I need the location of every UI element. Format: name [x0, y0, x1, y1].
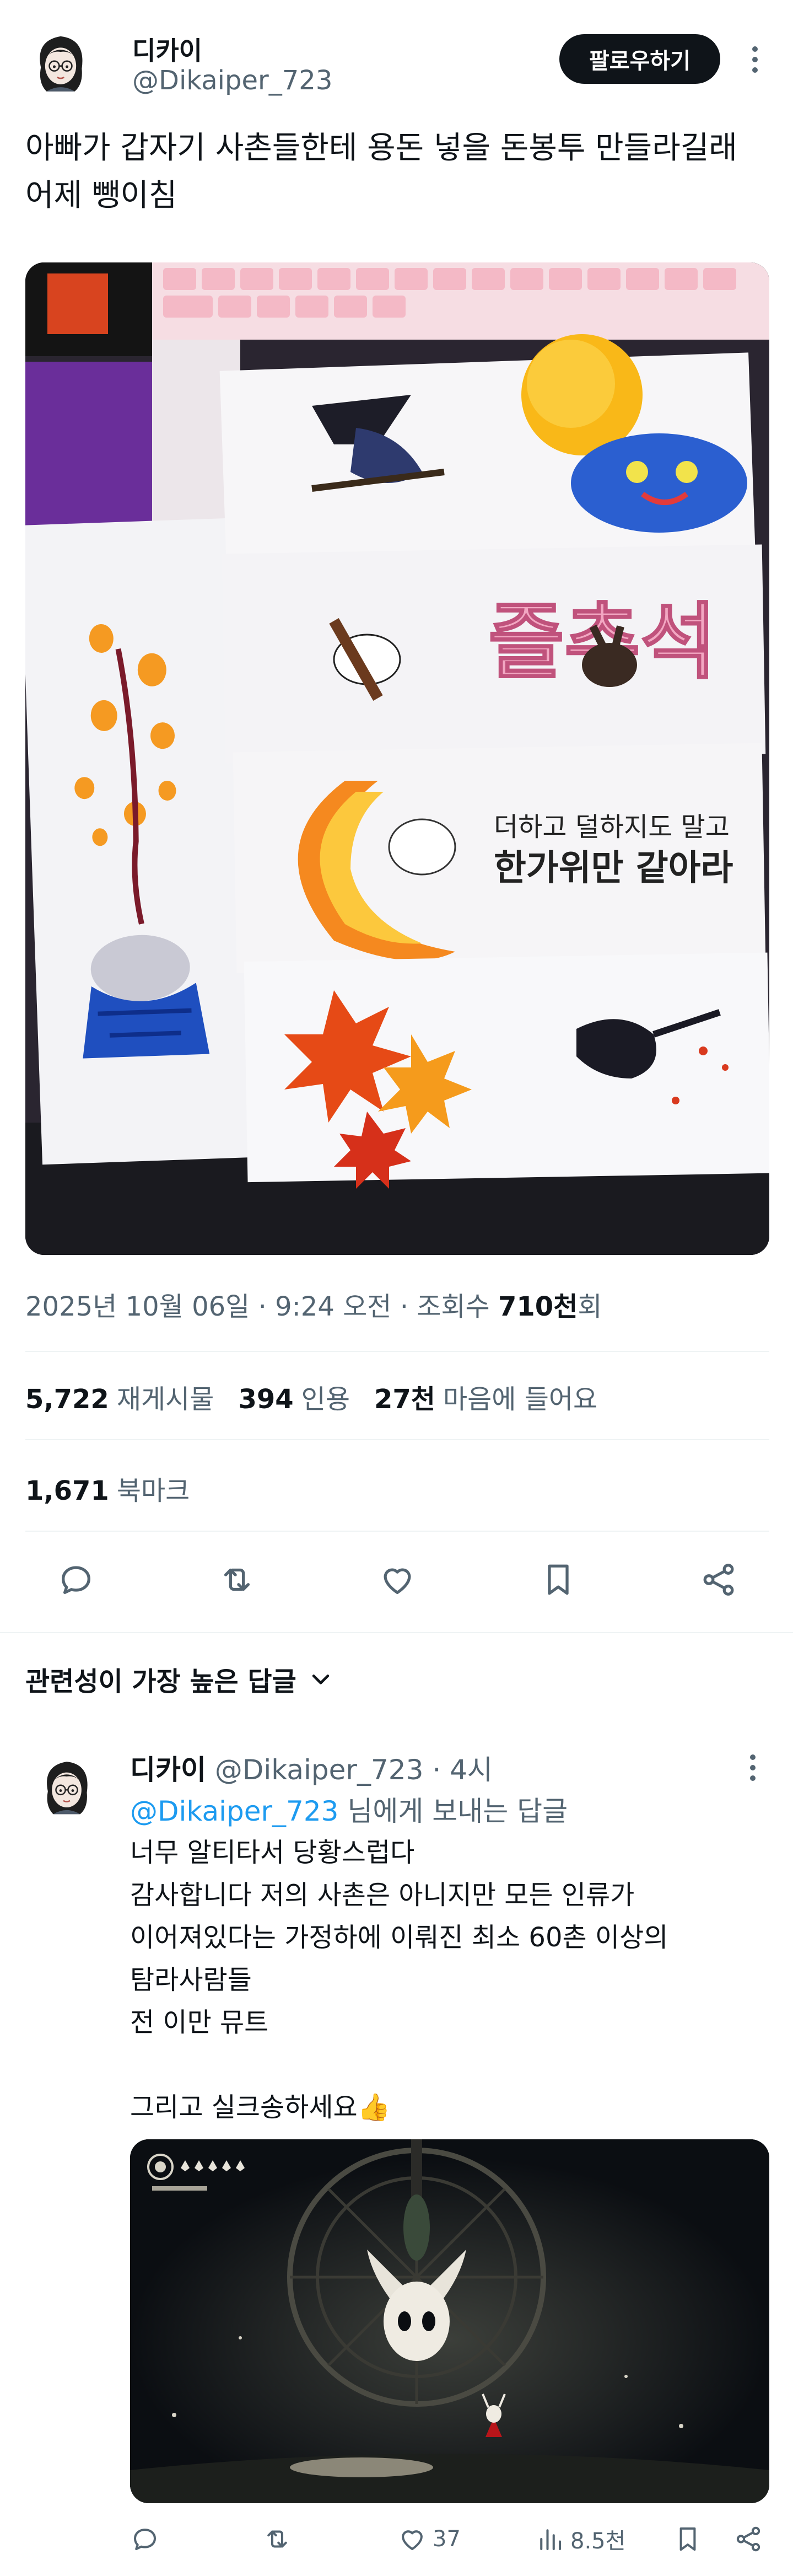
envelopes-photo-illustration: 즐추석 더하고 덜하지도 말고 한가위만 같아라 — [25, 262, 769, 1255]
tweet-photo[interactable]: 즐추석 더하고 덜하지도 말고 한가위만 같아라 — [25, 262, 769, 1255]
divider — [25, 1439, 769, 1440]
like-stat[interactable]: 27천 마음에 들어요 — [374, 1377, 597, 1416]
retweet-count: 5,722 — [25, 1384, 109, 1415]
reply-text-line: 너무 알티타서 당황스럽다 — [130, 1837, 415, 1868]
rabbit-caption-line2: 한가위만 같아라 — [494, 847, 733, 889]
chevron-down-icon — [312, 1675, 329, 1684]
reply-icon[interactable] — [54, 1558, 98, 1602]
divider — [0, 1632, 793, 1633]
quote-count: 394 — [238, 1384, 294, 1415]
view-count: 710천 — [498, 1291, 578, 1322]
replying-to: @Dikaiper_723 님에게 보내는 답글 — [130, 1789, 568, 1829]
reply-view-count: 8.5천 — [570, 2529, 626, 2554]
tweet-text: 아빠가 갑자기 사촌들한테 용돈 넣을 돈봉투 만들라길래 어제 뺑이침 — [25, 125, 769, 219]
silksong-scene-illustration — [130, 2139, 769, 2503]
bookmark-icon — [679, 2527, 696, 2551]
reply-reply-button[interactable] — [130, 2520, 160, 2558]
reply-author-name[interactable]: 디카이 — [130, 1754, 206, 1786]
reply-separator: · — [432, 1754, 441, 1786]
reply-action-bar: 37 8.5천 — [130, 2520, 769, 2558]
tweet-timestamp[interactable]: 2025년 10월 06일 · 9:24 오전 · 조회수 710천회 — [25, 1285, 602, 1323]
reply-mention-link[interactable]: @Dikaiper_723 — [130, 1795, 339, 1827]
reply-author-avatar[interactable] — [33, 1752, 100, 1820]
reply-more-options-icon[interactable] — [747, 1754, 758, 1781]
quote-label: 인용 — [301, 1384, 350, 1415]
reply-header: 디카이 @Dikaiper_723 · 4시 — [130, 1748, 493, 1788]
reply-views-button[interactable]: 8.5천 — [535, 2520, 625, 2558]
reply-text-line: 그리고 실크송하세요👍 — [130, 2092, 391, 2123]
tweet-action-bar — [25, 1555, 769, 1604]
follow-button[interactable]: 팔로우하기 — [559, 34, 720, 84]
quote-stat[interactable]: 394 인용 — [238, 1377, 350, 1416]
retweet-label: 재게시물 — [116, 1384, 214, 1415]
reply-like-button[interactable]: 37 — [397, 2520, 461, 2558]
author-name[interactable]: 디카이 — [132, 31, 202, 67]
divider — [25, 1351, 769, 1352]
bookmark-stat[interactable]: 1,671 북마크 — [25, 1469, 190, 1507]
reply-text-line: 탐라사람들 — [130, 1965, 252, 1995]
reply-icon — [133, 2529, 157, 2551]
share-icon[interactable] — [697, 1558, 741, 1602]
reply-timestamp[interactable]: 4시 — [450, 1754, 493, 1786]
retweet-stat[interactable]: 5,722 재게시물 — [25, 1377, 214, 1416]
reply-sort-label: 관련성이 가장 높은 답글 — [25, 1666, 296, 1697]
heart-icon — [402, 2530, 423, 2551]
tweet-text-line: 아빠가 갑자기 사촌들한테 용돈 넣을 돈봉투 만들라길래 — [25, 130, 737, 166]
bookmark-count: 1,671 — [25, 1475, 109, 1506]
reply-text-line: 이어져있다는 가정하에 이뤄진 최소 60촌 이상의 — [130, 1922, 668, 1953]
reply-text-line: 감사합니다 저의 사촌은 아니지만 모든 인류가 — [130, 1880, 635, 1910]
views-chart-icon — [540, 2529, 562, 2551]
reply-to-suffix: 님에게 보내는 답글 — [338, 1795, 568, 1827]
view-suffix: 회 — [578, 1291, 602, 1322]
bookmark-label: 북마크 — [116, 1475, 190, 1506]
reply-share-button[interactable] — [733, 2520, 763, 2558]
reply-text-line — [130, 2044, 764, 2086]
like-label: 마음에 들어요 — [443, 1384, 598, 1415]
heart-icon[interactable] — [375, 1558, 419, 1602]
tweet-datetime: 2025년 10월 06일 · 9:24 오전 · 조회수 — [25, 1291, 498, 1322]
retweet-icon[interactable] — [215, 1558, 259, 1602]
like-count: 27천 — [374, 1384, 435, 1415]
reply-text-line: 전 이만 뮤트 — [130, 2007, 269, 2038]
reply-like-count: 37 — [433, 2526, 461, 2552]
reply-game-screenshot[interactable] — [130, 2139, 769, 2503]
retweet-icon — [267, 2530, 287, 2548]
author-handle[interactable]: @Dikaiper_723 — [132, 65, 332, 96]
tweet-text-line: 어제 뺑이침 — [25, 178, 177, 213]
divider — [25, 1531, 769, 1532]
bookmark-icon[interactable] — [536, 1558, 580, 1602]
tweet-header: 디카이 @Dikaiper_723 팔로우하기 — [0, 0, 793, 116]
more-options-icon[interactable] — [749, 46, 760, 73]
reply-author-handle[interactable]: @Dikaiper_723 — [215, 1754, 424, 1786]
reply-text: 너무 알티타서 당황스럽다 감사합니다 저의 사촌은 아니지만 모든 인류가 이… — [130, 1832, 764, 2129]
author-avatar[interactable] — [25, 26, 96, 97]
rabbit-caption-line: 더하고 덜하지도 말고 — [494, 812, 730, 842]
reply-bookmark-button[interactable] — [673, 2520, 703, 2558]
reply-retweet-button[interactable] — [262, 2520, 292, 2558]
share-icon — [736, 2526, 760, 2552]
engagement-stats: 5,722 재게시물 394 인용 27천 마음에 들어요 — [25, 1377, 597, 1416]
reply-sort-dropdown[interactable]: 관련성이 가장 높은 답글 — [25, 1660, 333, 1698]
bookmark-stats: 1,671 북마크 — [25, 1469, 190, 1507]
